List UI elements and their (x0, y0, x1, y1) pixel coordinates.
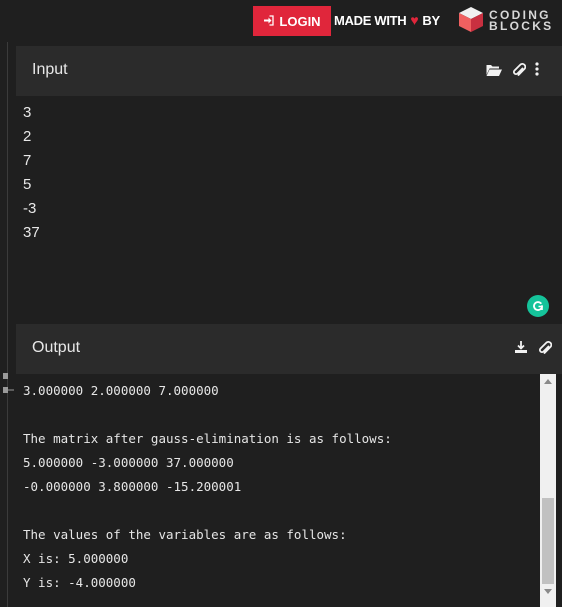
by-label: BY (422, 12, 440, 28)
left-gutter (0, 42, 16, 607)
paperclip-icon[interactable] (512, 62, 528, 78)
made-with-label: MADE WITH (334, 12, 407, 28)
input-line: 37 (23, 224, 40, 241)
scroll-thumb[interactable] (542, 498, 554, 584)
output-line: -0.000000 3.800000 -15.200001 (23, 479, 242, 494)
logo-text: CODING BLOCKS (489, 9, 554, 33)
output-scrollbar[interactable] (540, 374, 556, 607)
top-bar: LOGIN MADE WITH ♥ BY CODING BLOCKS (0, 0, 562, 42)
made-with-credit: MADE WITH ♥ BY (334, 12, 440, 28)
output-line: 5.000000 -3.000000 37.000000 (23, 455, 234, 470)
login-label: LOGIN (279, 13, 321, 29)
output-line: The values of the variables are as follo… (23, 527, 347, 542)
input-line: 5 (23, 176, 32, 193)
login-button[interactable]: LOGIN (253, 6, 331, 36)
gutter-divider (7, 42, 8, 607)
coding-blocks-logo[interactable]: CODING BLOCKS (457, 6, 553, 36)
output-line: The matrix after gauss-elimination is as… (23, 431, 392, 446)
scroll-up-icon[interactable] (544, 379, 552, 384)
folder-open-icon[interactable] (485, 62, 502, 78)
input-panel-header: Input (16, 46, 562, 96)
input-line: 7 (23, 152, 32, 169)
output-panel-title: Output (32, 339, 81, 356)
input-line: 3 (23, 104, 32, 121)
input-panel-title: Input (32, 61, 68, 78)
grammarly-icon[interactable] (527, 295, 549, 317)
output-line: 3.000000 2.000000 7.000000 (23, 383, 219, 398)
output-line: Y is: -4.000000 (23, 575, 136, 590)
logo-line-2: BLOCKS (489, 19, 554, 33)
cube-logo-icon (457, 5, 485, 38)
heart-icon: ♥ (410, 12, 419, 28)
output-console[interactable]: 3.000000 2.000000 7.000000 The matrix af… (16, 374, 540, 607)
more-vert-icon[interactable] (534, 62, 542, 78)
login-icon (263, 14, 275, 29)
input-line: 2 (23, 128, 32, 145)
download-icon[interactable] (514, 340, 530, 356)
input-editor[interactable]: 3 2 7 5 -3 37 (16, 96, 562, 324)
paperclip-icon[interactable] (538, 340, 554, 356)
output-line: X is: 5.000000 (23, 551, 129, 566)
fold-markers (3, 373, 15, 395)
scroll-down-icon[interactable] (544, 589, 552, 594)
input-line: -3 (23, 200, 37, 217)
output-panel-header: Output (16, 324, 562, 374)
